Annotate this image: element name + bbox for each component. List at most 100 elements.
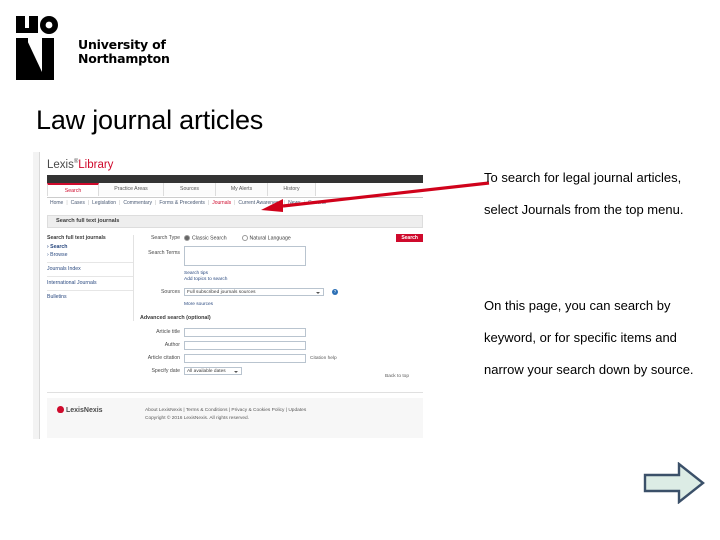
sidebar-item-bulletins[interactable]: Bulletins [47, 290, 133, 300]
sidebar-heading: Search full text journals [47, 235, 106, 241]
search-terms-field-wrap [184, 246, 423, 266]
article-citation-row: Article citation Citation help [140, 354, 423, 364]
logo-wordmark: University of Northampton [78, 38, 170, 66]
radio-classic-search[interactable] [184, 235, 190, 241]
search-type-label: Search Type [150, 235, 180, 241]
radio-natural-language-label: Natural Language [249, 235, 291, 242]
chevron-down-icon [316, 292, 320, 294]
search-type-options: Classic Search Natural Language [184, 235, 423, 241]
callout-top: To search for legal journal articles, se… [484, 170, 684, 217]
back-to-top-link[interactable]: Back to top [385, 374, 409, 379]
footer-copyright: Copyright © 2016 LexisNexis. All rights … [145, 416, 250, 421]
sources-row: Sources Full subscribed journals sources… [140, 288, 423, 299]
lexis-footer: LexisNexis About LexisNexis | Terms & Co… [47, 398, 423, 438]
subnav-sep: | [155, 200, 157, 206]
subnav-item-current-awareness[interactable]: Current Awareness [238, 200, 280, 206]
top-dark-bar [47, 175, 423, 183]
subnav-item-forms-precedents[interactable]: Forms & Precedents [159, 200, 205, 206]
more-sources-link[interactable]: More sources [184, 302, 423, 308]
journal-search-form: Search Type Classic Search Natural Langu… [140, 234, 423, 380]
sidebar-item-international-journals[interactable]: International Journals [47, 276, 133, 286]
subnav-sep: | [119, 200, 121, 206]
tab-search[interactable]: Search [47, 183, 99, 196]
library-word: Library [78, 159, 114, 171]
sub-navigation: Home | Cases | Legislation | Commentary | Forms … [47, 200, 423, 206]
article-title-label: Article title [156, 329, 180, 335]
footer-text: About LexisNexis | Terms & Conditions | … [145, 407, 306, 423]
tab-history[interactable]: History [268, 183, 316, 196]
callout-bottom: On this page, you can search by keyword,… [484, 298, 694, 377]
page-title: Law journal articles [36, 105, 264, 135]
subnav-item-general[interactable]: General [308, 200, 326, 206]
sources-label: Sources [160, 289, 180, 295]
specify-date-value: All available dates [187, 369, 226, 374]
specify-date-row: Specify date All available dates [140, 367, 423, 377]
subnav-sep: | [87, 200, 90, 206]
article-citation-label: Article citation [147, 355, 180, 361]
article-title-row: Article title [140, 328, 423, 338]
radio-classic-search-label: Classic Search [192, 235, 227, 242]
subnav-sep: | [283, 200, 286, 206]
subnav-item-commentary[interactable]: Commentary [123, 200, 152, 206]
sources-select[interactable]: Full subscribed journals sources [184, 288, 324, 296]
specify-date-select[interactable]: All available dates [184, 367, 242, 375]
author-input[interactable] [184, 341, 306, 350]
subnav-sep: | [234, 200, 236, 206]
sidebar-item-journals-index[interactable]: Journals Index [47, 262, 133, 272]
search-terms-label: Search Terms [148, 250, 180, 256]
article-citation-input[interactable] [184, 354, 306, 363]
sidebar-item-browse-label: Browse [50, 252, 68, 258]
next-arrow-icon[interactable] [643, 462, 705, 504]
footer-divider [47, 392, 423, 393]
sidebar-item-search[interactable]: › Search [47, 244, 133, 250]
sources-select-value: Full subscribed journals sources [187, 290, 256, 295]
subnav-item-journals[interactable]: Journals [212, 200, 231, 206]
tab-practice-areas[interactable]: Practice Areas [99, 183, 164, 196]
sidebar-item-browse[interactable]: › Browse [47, 252, 133, 258]
more-sources-row: More sources [140, 302, 423, 312]
author-row: Author [140, 341, 423, 351]
subnav-sep: | [66, 200, 68, 206]
subnav-item-cases[interactable]: Cases [71, 200, 85, 206]
lexisnexis-apple-icon [57, 406, 64, 413]
tab-my-alerts[interactable]: My Alerts [216, 183, 268, 196]
uon-monogram-icon [16, 16, 58, 80]
lexisnexis-logo: LexisNexis [57, 406, 103, 414]
subnav-sep: | [207, 200, 210, 206]
search-help-links: Search tips Add topics to search [140, 271, 423, 285]
advanced-search-title: Advanced search (optional) [140, 315, 211, 321]
specify-date-label: Specify date [151, 368, 180, 374]
sidebar-item-search-label: Search [50, 244, 68, 250]
sources-help-icon[interactable]: ? [332, 289, 338, 295]
subnav-sep: | [303, 200, 305, 206]
subnav-item-home[interactable]: Home [50, 200, 63, 206]
subnav-item-legislation[interactable]: Legislation [92, 200, 116, 206]
advanced-search-heading-row: Advanced search (optional) [140, 315, 423, 325]
tab-sources[interactable]: Sources [164, 183, 216, 196]
lexisnexis-wordmark: LexisNexis [66, 407, 103, 414]
lexis-library-screenshot: Lexis®Library Search Practice Areas Sour… [33, 152, 423, 439]
search-terms-input[interactable] [184, 246, 306, 266]
main-tab-bar: Search Practice Areas Sources My Alerts … [47, 183, 423, 198]
add-topics-link[interactable]: Add topics to search [184, 277, 423, 283]
subnav-item-news[interactable]: News [288, 200, 301, 206]
search-type-row: Search Type Classic Search Natural Langu… [140, 234, 423, 243]
search-button[interactable]: Search [396, 234, 423, 242]
section-header-label: Search full text journals [56, 218, 120, 224]
university-logo: University of Northampton [16, 16, 216, 82]
logo-line-2: Northampton [78, 51, 170, 66]
lexis-page: Lexis®Library Search Practice Areas Sour… [40, 152, 423, 439]
lexis-library-logo: Lexis®Library [47, 159, 113, 171]
article-title-input[interactable] [184, 328, 306, 337]
lexis-sidebar: Search full text journals › Search › Bro… [47, 235, 134, 321]
citation-help-link[interactable]: Citation help [310, 356, 337, 362]
author-label: Author [164, 342, 180, 348]
browser-gutter [33, 152, 40, 439]
logo-line-1: University of [78, 37, 166, 52]
search-terms-row: Search Terms [140, 246, 423, 268]
footer-links[interactable]: About LexisNexis | Terms & Conditions | … [145, 407, 306, 415]
section-header-bar: Search full text journals [47, 215, 423, 228]
chevron-down-icon [234, 371, 238, 373]
lexis-word: Lexis [47, 159, 74, 171]
radio-natural-language[interactable] [241, 235, 248, 241]
